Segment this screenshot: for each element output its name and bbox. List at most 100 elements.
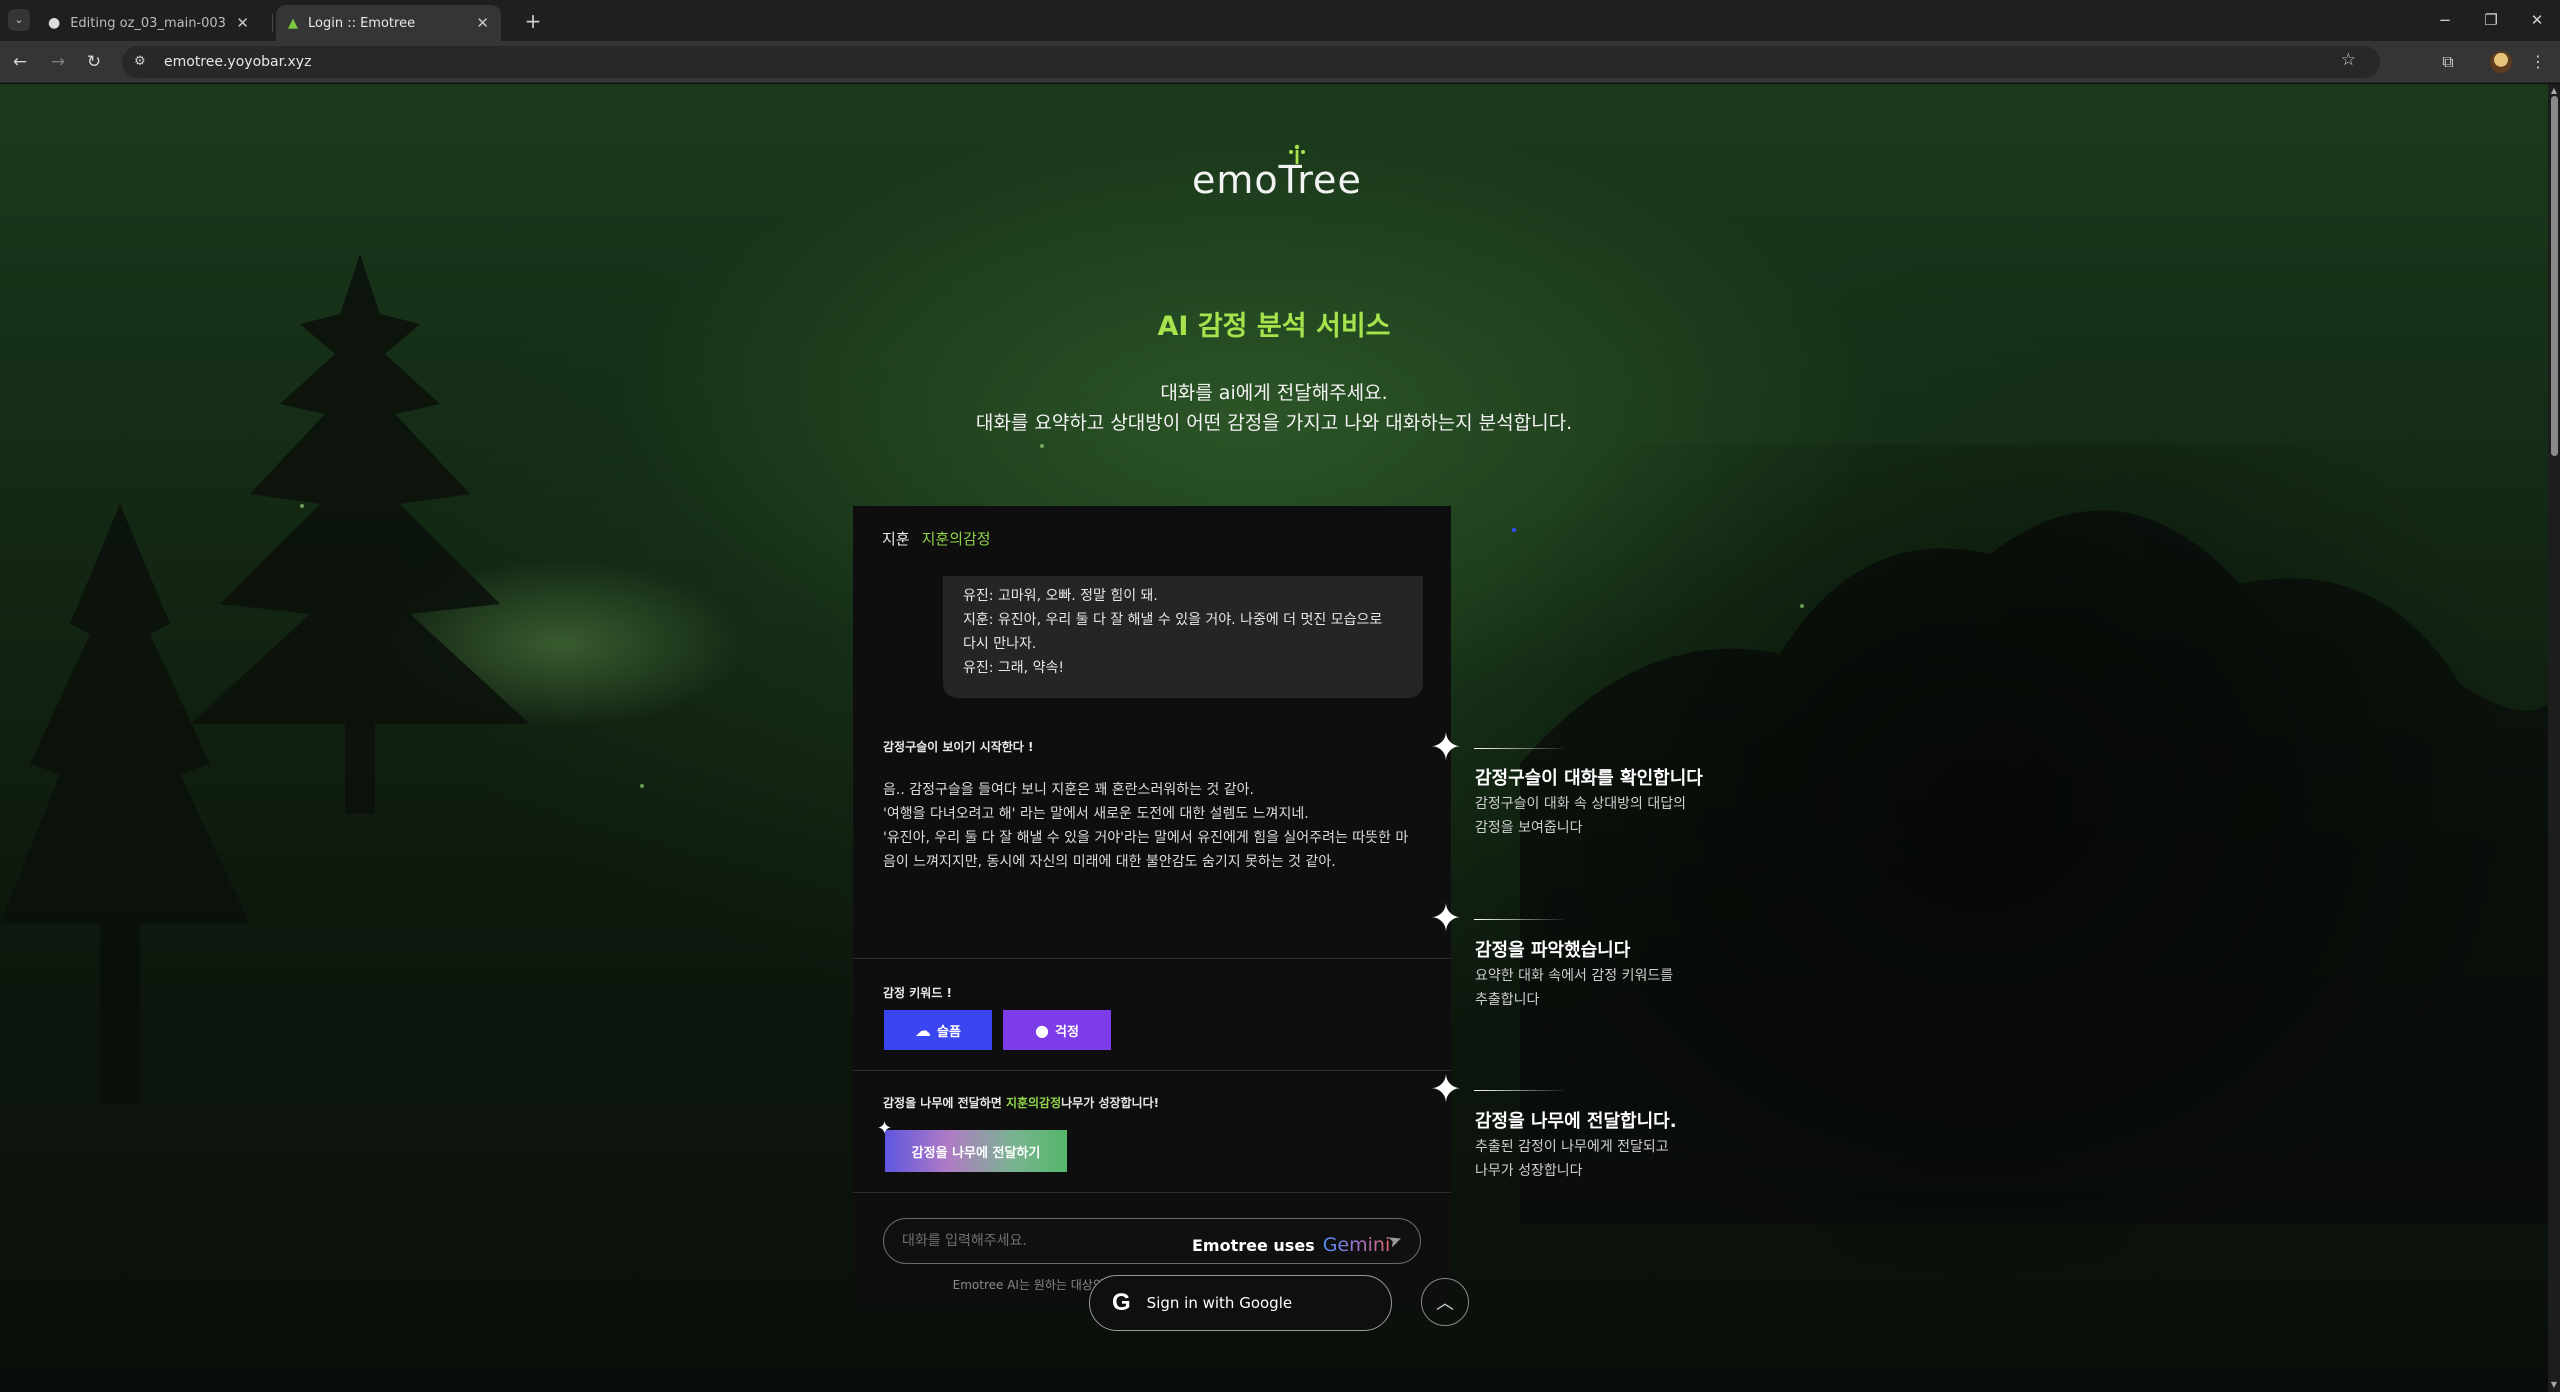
tab-search-button[interactable]: ⌄ <box>8 9 30 31</box>
deliver-note-highlight: 지훈의감정 <box>1005 1096 1062 1110</box>
profile-avatar[interactable] <box>2490 51 2512 73</box>
browser-toolbar: ← → ↻ ⚙ emotree.yoyobar.xyz ☆ ⧉ ⋮ <box>0 41 2560 83</box>
page-viewport: emoTree AI 감정 분석 서비스 대화를 ai에게 전달해주세요. 대화… <box>0 84 2548 1392</box>
worried-face-icon: ● <box>1035 1020 1050 1040</box>
hero-subtitle-1: 대화를 ai에게 전달해주세요. <box>1160 382 1388 404</box>
minimize-icon[interactable]: − <box>2430 8 2460 32</box>
emotion-label[interactable]: 지훈의감정 <box>922 528 991 549</box>
keyword-label: 걱정 <box>1055 1024 1079 1040</box>
url-text: emotree.yoyobar.xyz <box>164 54 312 70</box>
step-desc-line: 감정구슬이 대화 속 상대방의 대답의 <box>1475 796 1686 812</box>
step-1-desc: 감정구슬이 대화 속 상대방의 대답의 감정을 보여줍니다 <box>1475 792 1715 840</box>
keyword-chip-worry[interactable]: ● 걱정 <box>1003 1010 1111 1050</box>
analysis-line: 음.. 감정구슬을 들여다 보니 지훈은 꽤 혼란스러워하는 것 같아. <box>883 782 1254 798</box>
powered-by: Emotree uses Gemini <box>1192 1234 1390 1256</box>
analysis-card: 지훈 지훈의감정 유진: 고마워, 오빠. 정말 힘이 돼. 지훈: 유진아, … <box>853 506 1451 1308</box>
rain-cloud-icon: ☁ <box>915 1020 932 1040</box>
sparkle-icon: ✦ <box>877 1118 893 1139</box>
step-desc-line: 나무가 성장합니다 <box>1475 1163 1583 1179</box>
deliver-note-suffix: 나무가 성장합니다! <box>1061 1096 1160 1110</box>
bookmark-star-icon[interactable]: ☆ <box>2341 50 2356 70</box>
reload-icon[interactable]: ↻ <box>82 50 106 74</box>
close-icon[interactable]: ✕ <box>236 14 249 32</box>
section-divider <box>853 958 1451 959</box>
firefly-dot <box>1512 528 1516 532</box>
step-2-desc: 요약한 대화 속에서 감정 키워드를 추출합니다 <box>1475 964 1715 1012</box>
step-desc-line: 요약한 대화 속에서 감정 키워드를 <box>1475 968 1674 984</box>
scroll-to-top-button[interactable]: ︿ <box>1421 1278 1469 1326</box>
step-connector <box>1474 748 1564 749</box>
tree-silhouette-left <box>0 504 250 1104</box>
browser-tab-strip: ⌄ ● Editing oz_03_main-003-FE/README ✕ ▲… <box>0 0 2560 41</box>
back-icon[interactable]: ← <box>8 50 32 74</box>
step-3-desc: 추출된 감정이 나무에게 전달되고 나무가 성장합니다 <box>1475 1135 1715 1183</box>
keyword-chip-sad[interactable]: ☁ 슬픔 <box>884 1010 992 1050</box>
step-1-title: 감정구슬이 대화를 확인합니다 <box>1475 768 1703 789</box>
site-info-icon[interactable]: ⚙ <box>134 54 150 70</box>
keyword-label: 슬픔 <box>937 1024 961 1040</box>
step-connector <box>1474 919 1564 920</box>
section-divider <box>853 1192 1451 1193</box>
conversation-line: 지훈: 유진아, 우리 둘 다 잘 해낼 수 있을 거야. 나중에 더 멋진 모… <box>963 612 1383 628</box>
background-shadow <box>1380 444 2548 1344</box>
scroll-up-arrow[interactable]: ▲ <box>2549 86 2559 96</box>
emotree-logo[interactable]: emoTree <box>1180 144 1370 204</box>
github-icon: ● <box>48 15 61 31</box>
conversation-line: 다시 만나자. <box>963 636 1037 652</box>
analysis-line: '여행을 다녀오려고 해' 라는 말에서 새로운 도전에 대한 설렘도 느껴지네… <box>883 806 1309 822</box>
step-desc-line: 감정을 보여줍니다 <box>1475 820 1583 836</box>
analysis-text: 음.. 감정구슬을 들여다 보니 지훈은 꽤 혼란스러워하는 것 같아. '여행… <box>883 778 1423 874</box>
firefly-dot <box>1040 444 1044 448</box>
google-icon: G <box>1112 1289 1131 1316</box>
address-bar[interactable]: ⚙ emotree.yoyobar.xyz ☆ <box>122 46 2380 78</box>
analysis-line: '유진아, 우리 둘 다 잘 해낼 수 있을 거야'라는 말에서 유진에게 힘을… <box>883 830 1409 846</box>
tab-title: Login :: Emotree <box>308 15 416 31</box>
new-tab-button[interactable]: + <box>520 8 546 34</box>
step-connector <box>1474 1090 1564 1091</box>
tab-github-readme[interactable]: ● Editing oz_03_main-003-FE/README ✕ <box>36 5 261 41</box>
firefly-dot <box>300 504 304 508</box>
forward-icon[interactable]: → <box>46 50 70 74</box>
sparkle-icon: ✦ <box>1430 896 1462 940</box>
step-3-title: 감정을 나무에 전달합니다. <box>1475 1111 1677 1132</box>
hero-title: AI 감정 분석 서비스 <box>1157 311 1391 342</box>
step-2-title: 감정을 파악했습니다 <box>1475 940 1631 961</box>
restore-icon[interactable]: ❐ <box>2476 8 2506 32</box>
step-desc-line: 추출된 감정이 나무에게 전달되고 <box>1475 1139 1669 1155</box>
firefly-dot <box>640 784 644 788</box>
keyword-title: 감정 키워드 ! <box>883 986 953 1000</box>
sparkle-icon: ✦ <box>1430 1067 1462 1111</box>
analysis-line: 음이 느껴지지만, 동시에 자신의 미래에 대한 불안감도 숨기지 못하는 것 … <box>883 854 1336 870</box>
tab-title: Editing oz_03_main-003-FE/README <box>70 15 226 31</box>
sparkle-icon: ✦ <box>1430 725 1462 769</box>
google-button-label: Sign in with Google <box>1146 1294 1293 1312</box>
close-icon[interactable]: ✕ <box>476 14 489 32</box>
card-header: 지훈 지훈의감정 <box>882 528 991 549</box>
google-sign-in-button[interactable]: G Sign in with Google <box>1089 1275 1392 1331</box>
scroll-down-arrow[interactable]: ▼ <box>2549 1380 2559 1390</box>
window-close-icon[interactable]: ✕ <box>2522 8 2552 32</box>
deliver-note-prefix: 감정을 나무에 전달하면 <box>883 1096 1006 1110</box>
tab-divider <box>272 14 273 32</box>
gemini-logo: Gemini <box>1322 1234 1391 1256</box>
firefly-dot <box>1800 604 1804 608</box>
chevron-up-icon: ︿ <box>1436 1293 1454 1314</box>
scrollbar-thumb[interactable] <box>2551 96 2558 456</box>
analysis-title: 감정구슬이 보이기 시작한다 ! <box>883 740 1034 754</box>
uses-label: Emotree uses <box>1192 1235 1315 1255</box>
conversation-bubble: 유진: 고마워, 오빠. 정말 힘이 돼. 지훈: 유진아, 우리 둘 다 잘 … <box>943 576 1423 698</box>
conversation-line: 유진: 고마워, 오빠. 정말 힘이 돼. <box>963 588 1158 604</box>
logo-text: emoTree <box>1192 158 1362 202</box>
emotree-favicon: ▲ <box>288 15 298 31</box>
deliver-button-label: 감정을 나무에 전달하기 <box>911 1145 1041 1161</box>
hero-subtitle-2: 대화를 요약하고 상대방이 어떤 감정을 가지고 나와 대화하는지 분석합니다. <box>975 412 1573 434</box>
deliver-to-tree-button[interactable]: 감정을 나무에 전달하기 <box>885 1130 1067 1172</box>
section-divider <box>853 1070 1451 1071</box>
extensions-icon[interactable]: ⧉ <box>2436 50 2460 74</box>
tab-emotree-login[interactable]: ▲ Login :: Emotree ✕ <box>276 5 501 41</box>
more-menu-icon[interactable]: ⋮ <box>2526 50 2550 74</box>
step-desc-line: 추출합니다 <box>1475 992 1540 1008</box>
partner-name: 지훈 <box>882 530 910 548</box>
deliver-note: 감정을 나무에 전달하면 지훈의감정나무가 성장합니다! <box>883 1094 1159 1111</box>
conversation-line: 유진: 그래, 약속! <box>963 660 1064 676</box>
